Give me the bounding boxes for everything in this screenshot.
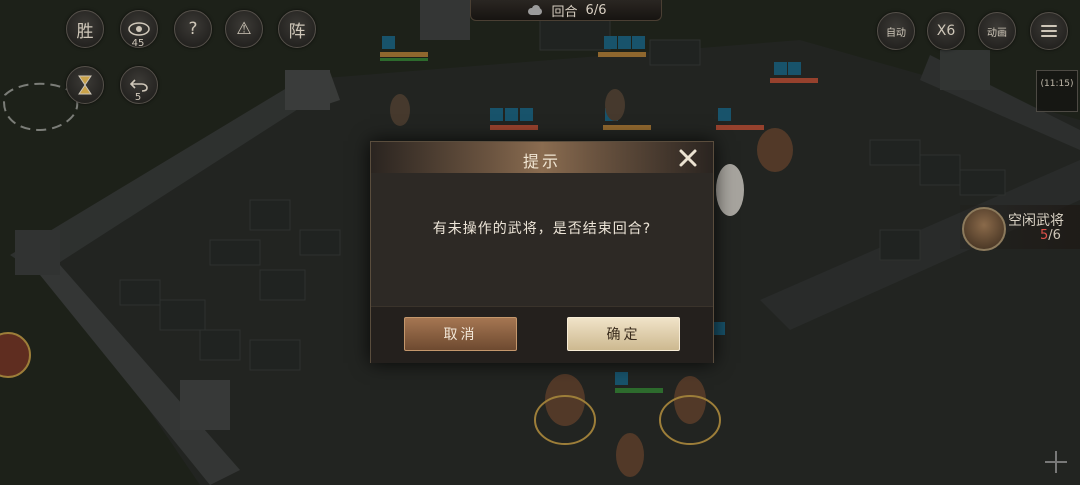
round-value: 6/6 <box>585 2 607 18</box>
eye-icon <box>128 22 150 36</box>
idle-generals-count: 5/6 <box>1040 228 1061 243</box>
speed-button[interactable]: X6 <box>927 12 965 50</box>
undo-count: 5 <box>134 92 142 103</box>
end-turn-timer-button[interactable] <box>66 66 104 104</box>
time-value: (11:15) <box>1040 79 1074 89</box>
cloud-icon <box>526 5 544 15</box>
victory-condition-button[interactable]: 胜 <box>66 10 104 48</box>
dialog-header: 提示 <box>371 142 713 174</box>
cancel-button[interactable]: 取消 <box>404 317 517 351</box>
time-indicator: (11:15) <box>1036 70 1078 112</box>
close-button[interactable] <box>675 145 701 171</box>
warning-button[interactable]: ⚠ <box>225 10 263 48</box>
confirm-button[interactable]: 确定 <box>567 317 680 351</box>
speed-label: X6 <box>936 23 956 39</box>
help-icon: ? <box>188 19 198 39</box>
animation-label: 动画 <box>987 27 1007 39</box>
idle-generals-label: 空闲武将 <box>1008 213 1064 229</box>
round-indicator: 回合 6/6 <box>470 0 662 21</box>
auto-button[interactable]: 自动 <box>877 12 915 50</box>
victory-label: 胜 <box>76 21 94 42</box>
formation-button[interactable]: 阵 <box>278 10 316 48</box>
confirm-end-turn-dialog: 提示 有未操作的武将，是否结束回合? 取消 确定 <box>370 141 714 363</box>
vision-count: 45 <box>131 38 145 49</box>
undo-icon <box>130 79 148 92</box>
warning-icon: ⚠ <box>236 19 252 39</box>
idle-generals-panel[interactable]: 空闲武将 <box>960 205 1080 251</box>
formation-label: 阵 <box>288 21 306 42</box>
auto-label: 自动 <box>886 27 906 39</box>
close-icon <box>679 149 697 167</box>
dialog-message: 有未操作的武将，是否结束回合? <box>432 221 652 237</box>
hourglass-icon <box>78 75 92 95</box>
dialog-body <box>371 173 713 306</box>
dialog-title: 提示 <box>522 152 561 171</box>
general-avatar <box>962 207 1006 251</box>
idle-total: /6 <box>1048 228 1061 243</box>
menu-button[interactable] <box>1030 12 1068 50</box>
animation-button[interactable]: 动画 <box>978 12 1016 50</box>
menu-icon <box>1041 25 1057 37</box>
round-label: 回合 <box>551 4 578 20</box>
help-button[interactable]: ? <box>174 10 212 48</box>
